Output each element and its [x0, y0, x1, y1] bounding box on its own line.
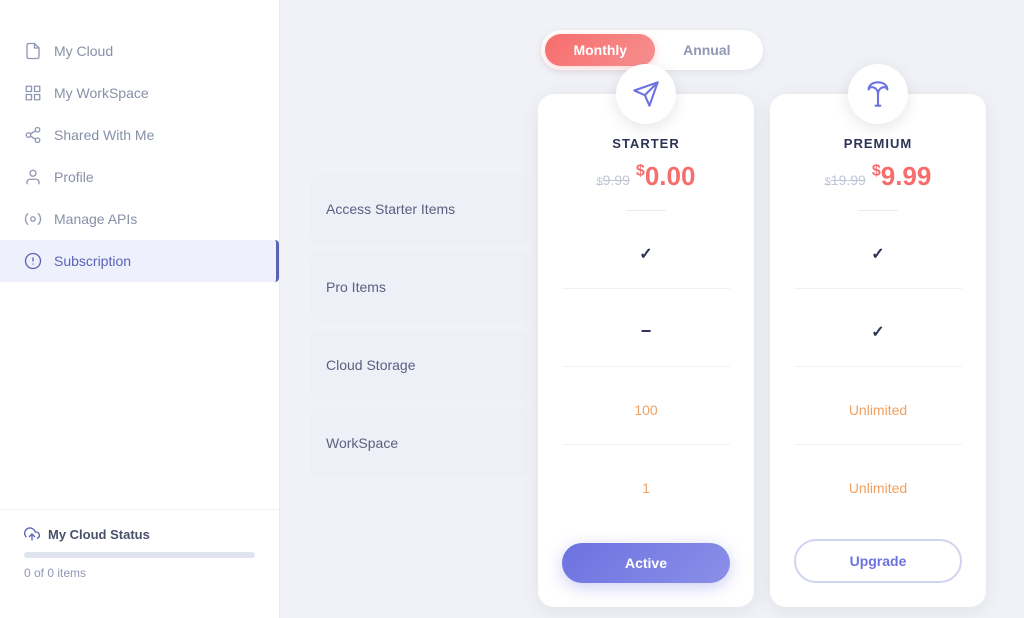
- sidebar-item-label: Manage APIs: [54, 211, 137, 227]
- premium-divider: [858, 210, 898, 211]
- starter-active-button[interactable]: Active: [562, 543, 730, 583]
- feature-label: WorkSpace: [326, 435, 398, 451]
- cloud-icon: [24, 42, 42, 60]
- premium-old-price: $19.99: [825, 172, 866, 188]
- starter-icon-wrap: [616, 64, 676, 124]
- parachute-icon: [864, 80, 892, 108]
- cloud-status-icon: [24, 526, 40, 542]
- dash-icon: −: [641, 321, 652, 342]
- cloud-status-label: My Cloud Status: [48, 527, 150, 542]
- sidebar-item-label: Subscription: [54, 253, 131, 269]
- premium-values: ✓ ✓ Unlimited Unlimited: [794, 219, 962, 531]
- premium-plan-name: PREMIUM: [844, 136, 912, 151]
- workspace-value: 1: [642, 480, 650, 496]
- sidebar-item-label: Shared With Me: [54, 127, 154, 143]
- feature-row-pro-items: Pro Items: [310, 252, 530, 322]
- starter-values: ✓ − 100 1: [562, 219, 730, 535]
- sidebar-item-label: My WorkSpace: [54, 85, 149, 101]
- sidebar-item-profile[interactable]: Profile: [0, 156, 279, 198]
- feature-row-cloud-storage: Cloud Storage: [310, 330, 530, 400]
- profile-icon: [24, 168, 42, 186]
- sidebar-nav: My Cloud My WorkSpace Shared With Me: [0, 20, 279, 509]
- subscription-icon: [24, 252, 42, 270]
- premium-upgrade-button[interactable]: Upgrade: [794, 539, 962, 583]
- sidebar-item-my-workspace[interactable]: My WorkSpace: [0, 72, 279, 114]
- starter-old-price: $9.99: [597, 172, 630, 188]
- starter-value-access: ✓: [562, 219, 730, 289]
- paper-plane-icon: [632, 80, 660, 108]
- cloud-status-title: My Cloud Status: [24, 526, 255, 542]
- starter-plan-name: STARTER: [612, 136, 679, 151]
- features-column: Access Starter Items Pro Items Cloud Sto…: [310, 94, 530, 607]
- sidebar-item-subscription[interactable]: Subscription: [0, 240, 279, 282]
- starter-price-row: $9.99 $0.00: [597, 161, 696, 192]
- sidebar-item-shared-with-me[interactable]: Shared With Me: [0, 114, 279, 156]
- starter-value-storage: 100: [562, 375, 730, 445]
- sidebar: My Cloud My WorkSpace Shared With Me: [0, 0, 280, 618]
- feature-row-workspace: WorkSpace: [310, 408, 530, 478]
- sidebar-footer: My Cloud Status 0 of 0 items: [0, 509, 279, 598]
- workspace-icon: [24, 84, 42, 102]
- starter-value-workspace: 1: [562, 453, 730, 523]
- starter-divider: [626, 210, 666, 211]
- monthly-toggle-btn[interactable]: Monthly: [545, 34, 655, 66]
- premium-icon-wrap: [848, 64, 908, 124]
- workspace-unlimited: Unlimited: [849, 480, 907, 496]
- annual-toggle-btn[interactable]: Annual: [655, 34, 758, 66]
- starter-plan-card: STARTER $9.99 $0.00 ✓ − 100: [538, 94, 754, 607]
- premium-price-row: $19.99 $9.99: [825, 161, 932, 192]
- feature-label: Cloud Storage: [326, 357, 416, 373]
- progress-bar-bg: [24, 552, 255, 558]
- feature-row-access-starter: Access Starter Items: [310, 174, 530, 244]
- main-content: Monthly Annual Access Starter Items Pro …: [280, 0, 1024, 618]
- sidebar-item-label: Profile: [54, 169, 94, 185]
- check-icon: ✓: [639, 244, 652, 264]
- premium-value-storage: Unlimited: [794, 375, 962, 445]
- pricing-layout: Access Starter Items Pro Items Cloud Sto…: [310, 94, 994, 607]
- feature-label: Access Starter Items: [326, 201, 455, 217]
- sidebar-item-label: My Cloud: [54, 43, 113, 59]
- cloud-status-count: 0 of 0 items: [24, 566, 86, 580]
- premium-plan-card: PREMIUM $19.99 $9.99 ✓ ✓ Unlimited: [770, 94, 986, 607]
- storage-unlimited: Unlimited: [849, 402, 907, 418]
- premium-value-pro: ✓: [794, 297, 962, 367]
- feature-label: Pro Items: [326, 279, 386, 295]
- sidebar-item-my-cloud[interactable]: My Cloud: [0, 30, 279, 72]
- premium-value-workspace: Unlimited: [794, 453, 962, 523]
- share-icon: [24, 126, 42, 144]
- premium-new-price: $9.99: [872, 161, 932, 192]
- check-icon: ✓: [871, 322, 884, 342]
- starter-value-pro: −: [562, 297, 730, 367]
- storage-value: 100: [634, 402, 657, 418]
- check-icon: ✓: [871, 244, 884, 264]
- premium-value-access: ✓: [794, 219, 962, 289]
- sidebar-item-manage-apis[interactable]: Manage APIs: [0, 198, 279, 240]
- api-icon: [24, 210, 42, 228]
- starter-new-price: $0.00: [636, 161, 696, 192]
